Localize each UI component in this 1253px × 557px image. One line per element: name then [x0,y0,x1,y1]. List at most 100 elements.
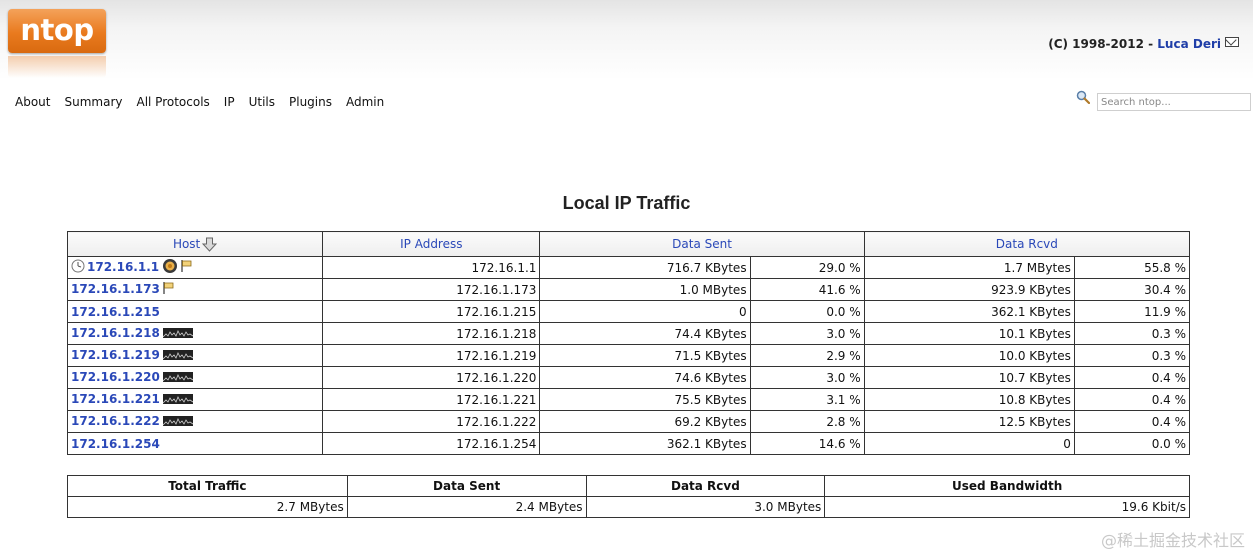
data-sent-cell: 0 [539,300,751,323]
search-input[interactable] [1097,93,1251,111]
data-rcvd-pct-cell: 11.9 % [1073,300,1191,323]
clock-icon [71,259,85,276]
data-rcvd-cell: 10.0 KBytes [863,344,1075,367]
host-cell: 172.16.1.221 [66,388,324,411]
data-rcvd-cell: 1.7 MBytes [863,256,1075,279]
data-rcvd-pct-cell: 0.3 % [1073,322,1191,345]
col-host[interactable]: Host [66,231,324,257]
summary-sent-header: Data Sent [346,475,587,497]
data-sent-pct-cell: 29.0 % [749,256,865,279]
table-row: 172.16.1.221 172.16.1.221 75.5 KBytes 3.1 %… [66,388,1191,411]
data-sent-pct-cell: 2.8 % [749,410,865,433]
data-sent-pct-cell: 3.0 % [749,322,865,345]
host-link[interactable]: 172.16.1.218 [71,326,160,340]
copyright-text: (C) 1998-2012 - [1048,37,1158,51]
host-link[interactable]: 172.16.1.219 [71,348,160,362]
data-sent-pct-cell: 3.1 % [749,388,865,411]
data-sent-pct-cell: 2.9 % [749,344,865,367]
menu-item-admin[interactable]: Admin [346,95,384,109]
data-rcvd-cell: 10.7 KBytes [863,366,1075,389]
mail-icon[interactable] [1225,37,1239,47]
data-sent-pct-cell: 0.0 % [749,300,865,323]
ip-address-cell: 172.16.1.222 [322,410,541,433]
ip-address-cell: 172.16.1.220 [322,366,541,389]
page-title: Local IP Traffic [562,193,691,213]
menu-item-plugins[interactable]: Plugins [289,95,332,109]
summary-rcvd-header: Data Rcvd [585,475,826,497]
ntop-logo[interactable]: ntop [8,9,106,53]
data-sent-cell: 74.4 KBytes [539,322,751,345]
copyright: (C) 1998-2012 - Luca Deri [1048,37,1239,51]
table-row: 172.16.1.219 172.16.1.219 71.5 KBytes 2.9 %… [66,344,1191,367]
menu-item-all-protocols[interactable]: All Protocols [136,95,209,109]
data-rcvd-cell: 10.1 KBytes [863,322,1075,345]
data-sent-cell: 1.0 MBytes [539,278,751,301]
summary-bandwidth-header: Used Bandwidth [824,475,1190,497]
ip-address-cell: 172.16.1.218 [322,322,541,345]
sparkline-icon [162,415,194,429]
table-row: 172.16.1.222 172.16.1.222 69.2 KBytes 2.8 %… [66,410,1191,433]
data-rcvd-cell: 10.8 KBytes [863,388,1075,411]
host-cell: 172.16.1.218 [66,322,324,345]
sparkline-icon [162,393,194,407]
data-rcvd-cell: 0 [863,432,1075,455]
sparkline-icon [162,327,194,341]
host-cell: 172.16.1.173 [66,278,324,301]
summary-bandwidth-value: 19.6 Kbit/s [824,496,1190,518]
host-link[interactable]: 172.16.1.220 [71,370,160,384]
col-ip-address[interactable]: IP Address [322,231,541,257]
data-sent-pct-cell: 41.6 % [749,278,865,301]
data-rcvd-pct-cell: 30.4 % [1073,278,1191,301]
menu-item-summary[interactable]: Summary [64,95,122,109]
col-data-sent[interactable]: Data Sent [539,231,865,257]
summary-sent-value: 2.4 MBytes [346,496,587,518]
menu-item-ip[interactable]: IP [224,95,235,109]
host-link[interactable]: 172.16.1.222 [71,414,160,428]
ip-address-cell: 172.16.1.221 [322,388,541,411]
ip-address-cell: 172.16.1.215 [322,300,541,323]
host-link[interactable]: 172.16.1.215 [71,305,160,319]
summary-total-header: Total Traffic [67,475,348,497]
data-sent-cell: 716.7 KBytes [539,256,751,279]
watermark: @稀土掘金技术社区 [1100,531,1245,550]
sparkline-icon [162,349,194,363]
data-sent-pct-cell: 14.6 % [749,432,865,455]
data-rcvd-cell: 362.1 KBytes [863,300,1075,323]
table-row: 172.16.1.254 172.16.1.254 362.1 KBytes 14.6… [66,432,1191,455]
host-cell: 172.16.1.1 [66,256,324,279]
host-cell: 172.16.1.254 [66,432,324,455]
ip-address-cell: 172.16.1.173 [322,278,541,301]
table-row: 172.16.1.215 172.16.1.215 0 0.0 % 362.1 KByt… [66,300,1191,323]
host-link[interactable]: 172.16.1.1 [87,260,159,274]
ip-address-cell: 172.16.1.1 [322,256,541,279]
table-row: 172.16.1.220 172.16.1.220 74.6 KBytes 3.0 %… [66,366,1191,389]
data-sent-cell: 69.2 KBytes [539,410,751,433]
host-cell: 172.16.1.220 [66,366,324,389]
traffic-rows: 172.16.1.1 172.16.1.1 716.7 KBytes 29.0 % 1.… [66,256,1191,455]
col-data-rcvd[interactable]: Data Rcvd [863,231,1191,257]
data-rcvd-pct-cell: 55.8 % [1073,256,1191,279]
host-link[interactable]: 172.16.1.221 [71,392,160,406]
data-sent-pct-cell: 3.0 % [749,366,865,389]
ip-address-cell: 172.16.1.254 [322,432,541,455]
host-link[interactable]: 172.16.1.173 [71,282,160,296]
summary-header-row: Total Traffic Data Sent Data Rcvd Used B… [67,475,1190,497]
table-row: 172.16.1.218 172.16.1.218 74.4 KBytes 3.0 %… [66,322,1191,345]
os-icon [162,258,178,277]
author-link[interactable]: Luca Deri [1157,37,1221,51]
menu-item-utils[interactable]: Utils [249,95,275,109]
data-sent-cell: 75.5 KBytes [539,388,751,411]
host-link[interactable]: 172.16.1.254 [71,437,160,451]
summary-value-row: 2.7 MBytes 2.4 MBytes 3.0 MBytes 19.6 Kb… [67,496,1190,518]
data-rcvd-pct-cell: 0.4 % [1073,410,1191,433]
data-sent-cell: 74.6 KBytes [539,366,751,389]
sparkline-icon [162,371,194,385]
host-cell: 172.16.1.222 [66,410,324,433]
sort-down-arrow-icon[interactable] [202,237,218,252]
main-menu: About Summary All Protocols IP Utils Plu… [15,95,398,109]
menu-item-about[interactable]: About [15,95,50,109]
data-rcvd-cell: 12.5 KBytes [863,410,1075,433]
search-icon[interactable] [1076,90,1090,104]
flag-icon [163,282,174,297]
col-host-label[interactable]: Host [173,237,200,251]
